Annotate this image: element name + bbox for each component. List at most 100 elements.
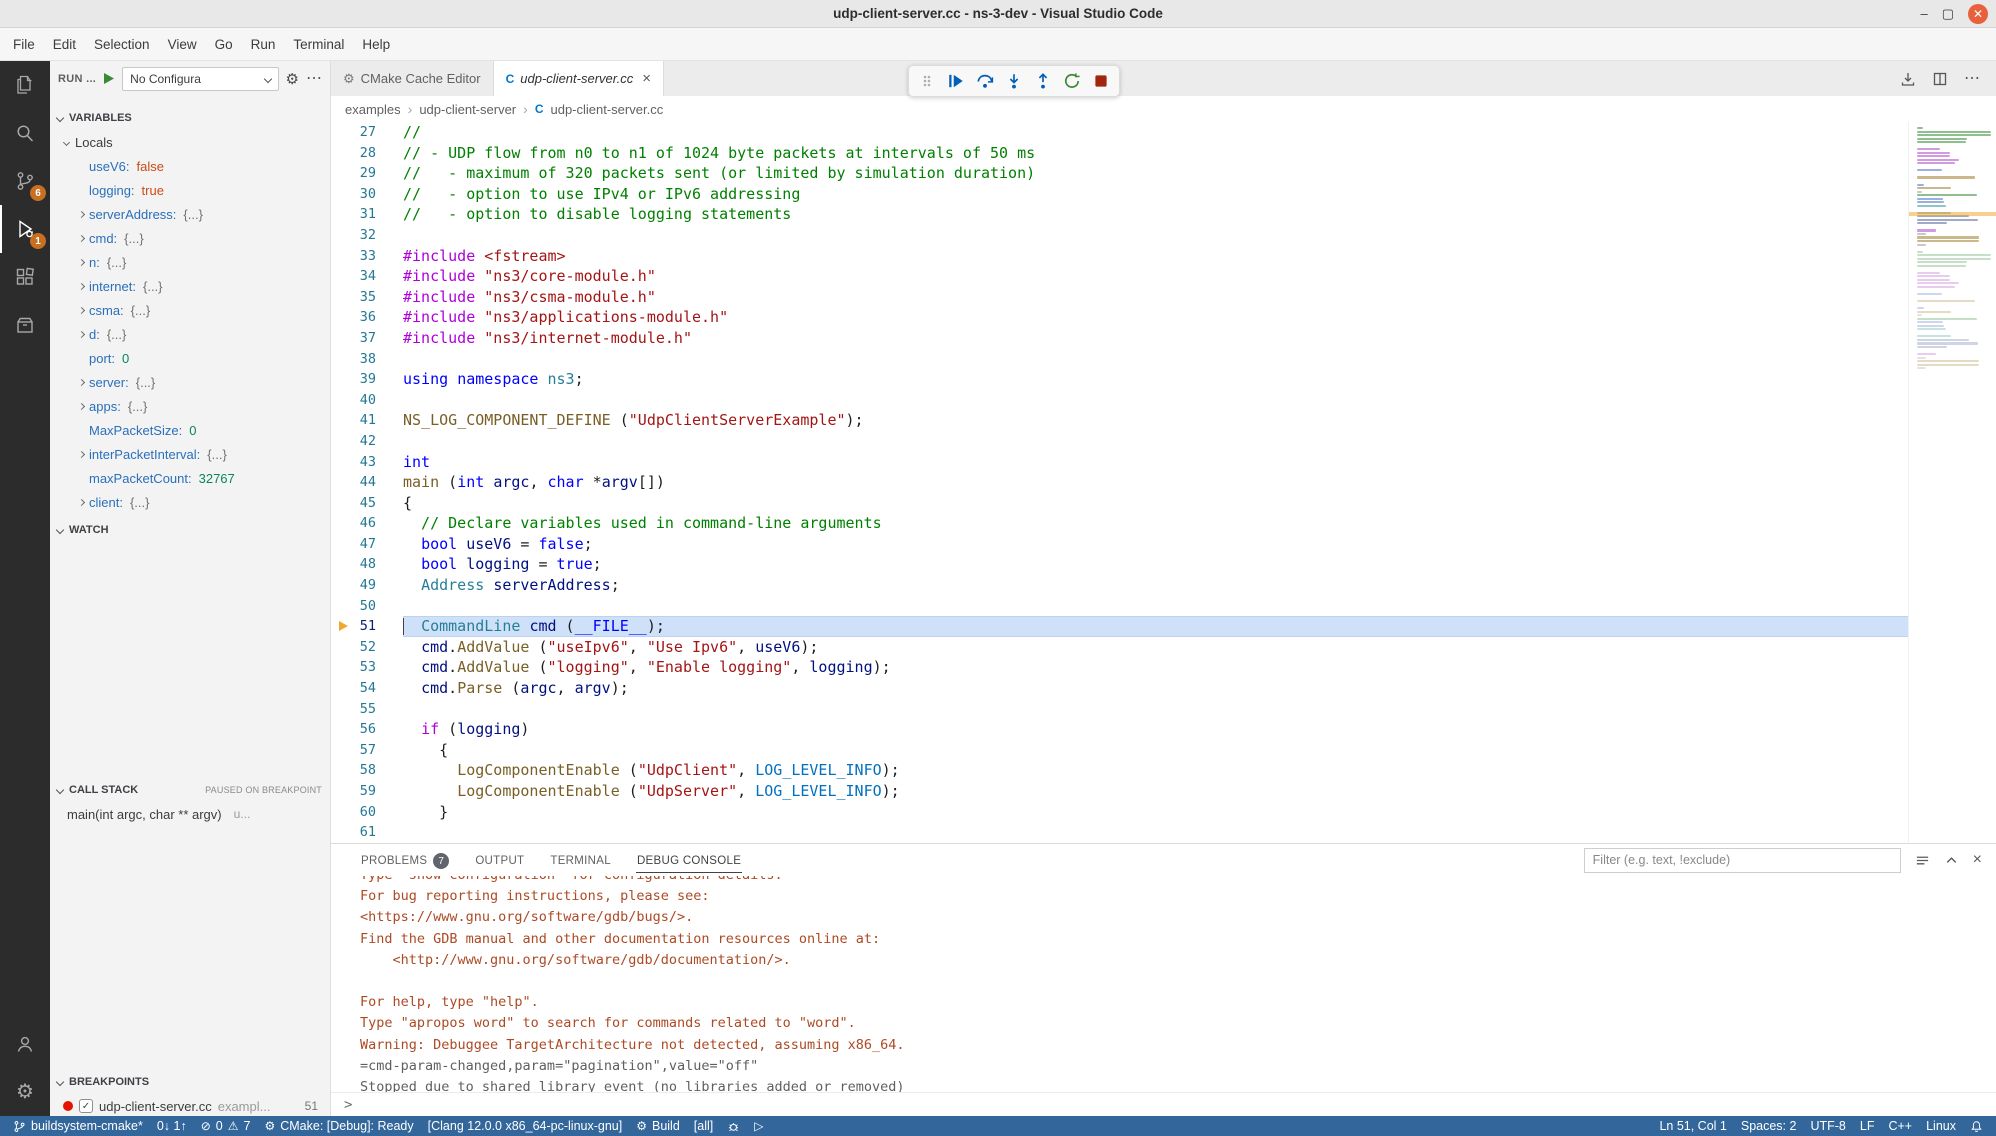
close-button[interactable]: ✕ — [1968, 4, 1988, 24]
code-line[interactable] — [403, 431, 1908, 452]
line-number[interactable]: 45 — [331, 493, 403, 514]
cmake-run-button[interactable]: ▷ — [747, 1116, 770, 1136]
menu-go[interactable]: Go — [206, 32, 242, 57]
breakpoints-header[interactable]: BREAKPOINTS — [50, 1070, 330, 1094]
menu-file[interactable]: File — [4, 32, 44, 57]
restart-icon[interactable] — [1059, 68, 1085, 94]
menu-run[interactable]: Run — [242, 32, 285, 57]
code-line[interactable]: // - UDP flow from n0 to n1 of 1024 byte… — [403, 143, 1908, 164]
start-debug-icon[interactable] — [103, 72, 115, 85]
extensions-icon[interactable] — [0, 253, 50, 301]
code-editor[interactable]: 2728293031323334353637383940414243444546… — [331, 122, 1996, 843]
cursor-position-status[interactable]: Ln 51, Col 1 — [1652, 1116, 1733, 1136]
close-panel-icon[interactable]: × — [1973, 852, 1982, 868]
line-number[interactable]: 58 — [331, 760, 403, 781]
debug-more-actions-icon[interactable]: ⋯ — [306, 71, 322, 87]
code-line[interactable] — [403, 699, 1908, 720]
explorer-icon[interactable] — [0, 61, 50, 109]
problems-status[interactable]: ⊘0 ⚠7 — [194, 1116, 258, 1136]
code-line[interactable] — [403, 596, 1908, 617]
variables-header[interactable]: VARIABLES — [50, 106, 330, 130]
line-number[interactable]: 54 — [331, 678, 403, 699]
split-editor-icon[interactable] — [1932, 71, 1948, 87]
minimize-button[interactable]: – — [1920, 7, 1927, 20]
variable-row[interactable]: logging:true — [50, 178, 330, 202]
panel-tab-output[interactable]: OUTPUT — [474, 848, 525, 872]
line-number[interactable]: 44 — [331, 472, 403, 493]
code-line[interactable]: if (logging) — [403, 719, 1908, 740]
eol-status[interactable]: LF — [1853, 1116, 1882, 1136]
variable-row[interactable]: csma:{...} — [50, 298, 330, 322]
run-and-debug-icon[interactable]: 1 — [0, 205, 50, 253]
variable-row[interactable]: port:0 — [50, 346, 330, 370]
download-icon[interactable] — [1900, 71, 1916, 87]
line-number[interactable]: 56 — [331, 719, 403, 740]
code-line[interactable]: // - option to disable logging statement… — [403, 204, 1908, 225]
menu-selection[interactable]: Selection — [85, 32, 159, 57]
line-number[interactable]: 29 — [331, 163, 403, 184]
code-line[interactable]: // - option to use IPv4 or IPv6 addressi… — [403, 184, 1908, 205]
line-number[interactable]: 55 — [331, 699, 403, 720]
current-code-line[interactable]: CommandLine cmd (__FILE__); — [403, 616, 1908, 637]
menu-terminal[interactable]: Terminal — [284, 32, 353, 57]
menu-help[interactable]: Help — [353, 32, 399, 57]
line-number[interactable]: 46 — [331, 513, 403, 534]
code-line[interactable]: #include "ns3/csma-module.h" — [403, 287, 1908, 308]
panel-tab-terminal[interactable]: TERMINAL — [549, 848, 612, 872]
line-number[interactable]: 33 — [331, 246, 403, 267]
watch-header[interactable]: WATCH — [50, 518, 330, 542]
code-line[interactable] — [403, 822, 1908, 843]
code-line[interactable]: #include "ns3/core-module.h" — [403, 266, 1908, 287]
line-number[interactable]: 59 — [331, 781, 403, 802]
code-line[interactable]: { — [403, 493, 1908, 514]
variable-row[interactable]: apps:{...} — [50, 394, 330, 418]
code-line[interactable]: #include "ns3/internet-module.h" — [403, 328, 1908, 349]
line-number[interactable]: 31 — [331, 204, 403, 225]
panel-tab-problems[interactable]: PROBLEMS7 — [360, 846, 450, 874]
line-number[interactable]: 41 — [331, 410, 403, 431]
tab-cmake-cache-editor[interactable]: ⚙ CMake Cache Editor — [331, 61, 494, 96]
line-number[interactable]: 37 — [331, 328, 403, 349]
continue-icon[interactable] — [943, 68, 969, 94]
line-number[interactable]: 27 — [331, 122, 403, 143]
code-line[interactable]: main (int argc, char *argv[]) — [403, 472, 1908, 493]
variable-row[interactable]: client:{...} — [50, 490, 330, 514]
breadcrumb-file[interactable]: udp-client-server.cc — [550, 102, 663, 117]
git-sync-status[interactable]: 0↓ 1↑ — [150, 1116, 194, 1136]
indentation-status[interactable]: Spaces: 2 — [1734, 1116, 1804, 1136]
maximize-panel-icon[interactable] — [1944, 853, 1959, 868]
search-icon[interactable] — [0, 109, 50, 157]
cmake-debug-button[interactable] — [720, 1116, 747, 1136]
locals-scope[interactable]: Locals — [50, 130, 330, 154]
source-control-icon[interactable]: 6 — [0, 157, 50, 205]
line-number[interactable]: 53 — [331, 657, 403, 678]
menu-edit[interactable]: Edit — [44, 32, 85, 57]
variable-row[interactable]: internet:{...} — [50, 274, 330, 298]
stack-frame[interactable]: main(int argc, char ** argv) u... — [50, 802, 330, 826]
code-line[interactable]: using namespace ns3; — [403, 369, 1908, 390]
code-line[interactable]: { — [403, 740, 1908, 761]
code-line[interactable]: // Declare variables used in command-lin… — [403, 513, 1908, 534]
code-line[interactable]: #include "ns3/applications-module.h" — [403, 307, 1908, 328]
line-number[interactable]: 52 — [331, 637, 403, 658]
variable-row[interactable]: server:{...} — [50, 370, 330, 394]
console-filter-input[interactable] — [1584, 848, 1901, 873]
debug-config-dropdown[interactable]: No Configura — [122, 67, 278, 91]
settings-gear-icon[interactable]: ⚙ — [0, 1068, 50, 1116]
line-number[interactable]: 50 — [331, 596, 403, 617]
tab-close-icon[interactable]: × — [642, 70, 651, 87]
step-over-icon[interactable] — [972, 68, 998, 94]
line-number[interactable]: 60 — [331, 802, 403, 823]
git-branch-status[interactable]: buildsystem-cmake* — [6, 1116, 150, 1136]
line-number[interactable]: 30 — [331, 184, 403, 205]
line-number[interactable]: 48 — [331, 554, 403, 575]
code-line[interactable]: int — [403, 452, 1908, 473]
minimap[interactable] — [1908, 122, 1996, 843]
debug-console-input[interactable]: > — [331, 1092, 1996, 1116]
debug-gear-icon[interactable]: ⚙ — [286, 70, 299, 88]
code-line[interactable]: bool logging = true; — [403, 554, 1908, 575]
code-line[interactable]: LogComponentEnable ("UdpClient", LOG_LEV… — [403, 760, 1908, 781]
toolbar-grip[interactable] — [914, 68, 940, 94]
variable-row[interactable]: useV6:false — [50, 154, 330, 178]
variable-row[interactable]: maxPacketCount:32767 — [50, 466, 330, 490]
